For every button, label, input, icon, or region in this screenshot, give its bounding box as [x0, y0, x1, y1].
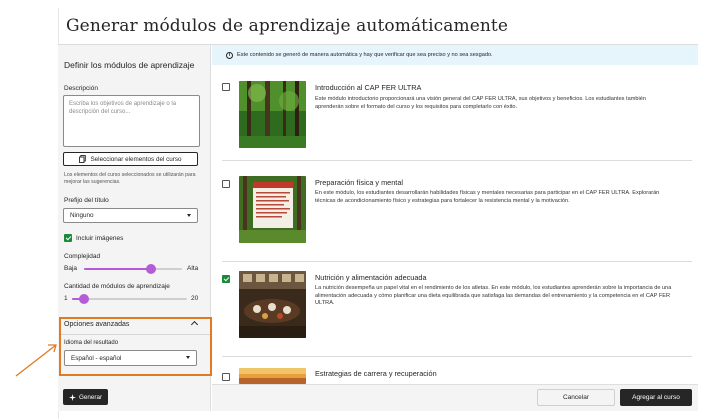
module-title: Estrategias de carrera y recuperación — [315, 369, 437, 378]
result-language-value: Español - español — [71, 354, 122, 362]
title-prefix-label: Prefijo del título — [64, 197, 109, 204]
module-checkbox[interactable] — [222, 83, 230, 91]
select-items-hint: Los elementos del curso seleccionados se… — [64, 172, 196, 185]
complexity-max-label: Alta — [187, 265, 199, 272]
trees-document-image — [239, 176, 306, 243]
description-textarea[interactable]: Escriba los objetivos de aprendizaje o l… — [63, 95, 200, 147]
module-title: Introducción al CAP FER ULTRA — [315, 83, 422, 92]
title-prefix-select[interactable]: Ninguno — [63, 208, 198, 223]
module-count-min: 1 — [64, 295, 68, 302]
select-course-items-button[interactable]: Seleccionar elementos del curso — [63, 152, 198, 166]
select-course-items-label: Seleccionar elementos del curso — [90, 155, 182, 163]
chevron-down-icon — [186, 356, 190, 359]
add-to-course-button[interactable]: Agregar al curso — [620, 389, 692, 406]
title-prefix-value: Ninguno — [70, 212, 94, 219]
sunset-image — [239, 368, 306, 384]
chevron-down-icon — [187, 213, 191, 217]
complexity-slider[interactable] — [145, 264, 156, 274]
module-title: Preparación física y mental — [315, 178, 404, 187]
result-language-select[interactable]: Español - español — [64, 350, 197, 366]
generate-label: Generar — [78, 393, 103, 401]
module-divider — [222, 160, 692, 161]
module-title: Nutrición y alimentación adecuada — [315, 273, 427, 282]
complexity-label: Complejidad — [64, 253, 101, 260]
info-icon: i — [226, 51, 233, 59]
module-count-label: Cantidad de módulos de aprendizaje — [64, 283, 170, 290]
complexity-fill — [84, 268, 151, 270]
module-checkbox[interactable] — [222, 373, 230, 381]
sparkle-icon — [68, 393, 76, 401]
include-images-checkbox[interactable] — [64, 234, 72, 242]
module-count-track — [72, 298, 187, 300]
module-checkbox[interactable] — [222, 275, 230, 283]
module-count-max: 20 — [191, 295, 199, 302]
module-divider — [222, 261, 692, 262]
result-language-label: Idioma del resultado — [64, 340, 119, 346]
ai-disclaimer-text: Este contenido se generó de manera autom… — [237, 52, 493, 58]
annotation-arrow-icon — [15, 344, 57, 377]
advanced-options-toggle[interactable]: Opciones avanzadas — [64, 321, 129, 328]
dialog-title: Generar módulos de aprendizaje automátic… — [66, 16, 509, 36]
complexity-min-label: Baja — [64, 265, 78, 272]
module-description: En este módulo, los estudiantes desarrol… — [315, 190, 660, 204]
dining-table-image — [239, 271, 306, 338]
module-description: La nutrición desempeña un papel vital en… — [315, 285, 672, 307]
generate-button[interactable]: Generar — [63, 389, 108, 405]
include-images-label: Incluir imágenes — [76, 235, 124, 242]
document-copy-icon — [79, 155, 87, 163]
ai-disclaimer-banner: i Este contenido se generó de manera aut… — [212, 45, 698, 65]
settings-heading: Definir los módulos de aprendizaje — [64, 60, 195, 70]
module-description: Este módulo introductorio proporcionará … — [315, 96, 646, 110]
description-label: Descripción — [64, 85, 98, 92]
forest-image — [239, 81, 306, 148]
module-checkbox[interactable] — [222, 180, 230, 188]
advanced-divider — [61, 334, 210, 335]
module-divider — [222, 356, 692, 357]
cancel-button[interactable]: Cancelar — [537, 389, 615, 406]
